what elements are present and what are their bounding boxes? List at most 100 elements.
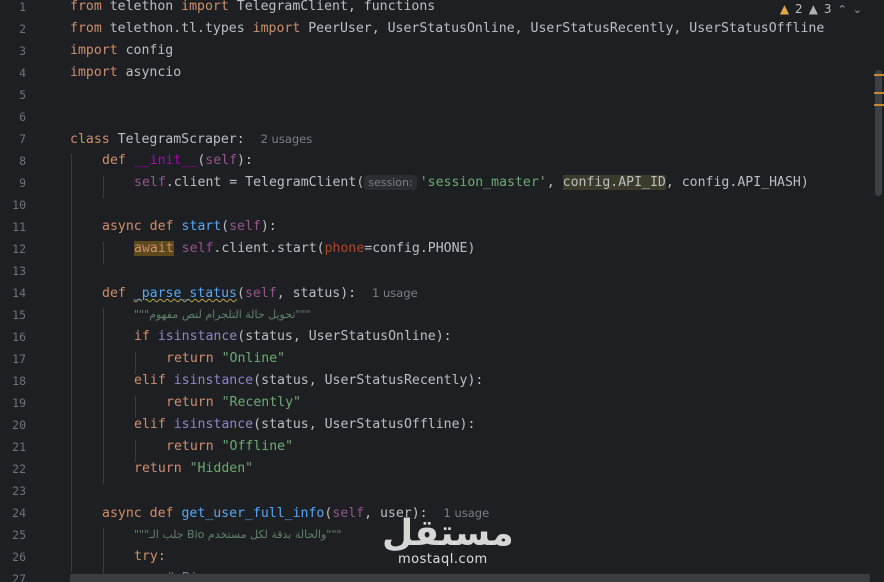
- comma: ,: [546, 175, 563, 190]
- chevron-up-icon[interactable]: ⌃: [838, 3, 847, 16]
- paren: (: [221, 219, 230, 234]
- usages-hint[interactable]: 2 usages: [261, 132, 313, 146]
- self-param: self: [229, 219, 261, 234]
- import-names: PeerUser, UserStatusOnline, UserStatusRe…: [300, 21, 825, 36]
- code-line-9[interactable]: self.client = TelegramClient(session:'se…: [134, 172, 809, 194]
- call-args: (status, UserStatusOffline):: [253, 417, 476, 432]
- call-args: =config.PHONE): [364, 241, 476, 256]
- self-param: self: [205, 153, 238, 168]
- keyword: return: [166, 395, 214, 410]
- assignment: .client = TelegramClient(: [165, 175, 365, 190]
- usages-hint[interactable]: 1 usage: [372, 286, 418, 300]
- line-number[interactable]: 22: [0, 458, 26, 480]
- string-literal: "Recently": [221, 395, 301, 410]
- line-number[interactable]: 10: [0, 194, 26, 216]
- line-number[interactable]: 24: [0, 502, 26, 524]
- code-area[interactable]: from telethon import TelegramClient, fun…: [70, 0, 870, 582]
- keyword: elif: [134, 373, 166, 388]
- string-literal: "Online": [221, 351, 286, 366]
- string-literal: "Hidden": [189, 461, 254, 476]
- keyword: from: [70, 21, 102, 36]
- import-names: TelegramClient, functions: [228, 0, 436, 14]
- builtin-function: isinstance: [157, 329, 238, 344]
- keyword: from: [70, 0, 102, 14]
- keyword: return: [166, 439, 214, 454]
- code-line-1[interactable]: from telethon import TelegramClient, fun…: [70, 0, 435, 18]
- line-number[interactable]: 1: [0, 0, 26, 18]
- keyword: def: [102, 153, 126, 168]
- class-name: TelegramScraper:: [109, 132, 245, 147]
- line-number[interactable]: 11: [0, 216, 26, 238]
- line-number[interactable]: 9: [0, 172, 26, 194]
- code-line-20[interactable]: elif isinstance(status, UserStatusOfflin…: [134, 414, 475, 436]
- line-number[interactable]: 27: [0, 568, 26, 582]
- line-number[interactable]: 18: [0, 370, 26, 392]
- warnings-count: 2: [795, 2, 803, 16]
- weak-warnings-count: 3: [823, 2, 832, 16]
- module-name: telethon: [101, 0, 182, 14]
- function-name: __init__: [133, 153, 198, 168]
- keyword: def: [102, 286, 126, 301]
- line-number[interactable]: 25: [0, 524, 26, 546]
- code-line-14[interactable]: def _parse_status(self, status): 1 usage: [102, 282, 418, 304]
- warning-marker[interactable]: [874, 104, 884, 106]
- paren: ):: [237, 153, 253, 168]
- line-number[interactable]: 19: [0, 392, 26, 414]
- code-line-21[interactable]: return "Offline": [166, 436, 293, 458]
- line-number[interactable]: 17: [0, 348, 26, 370]
- line-number[interactable]: 2: [0, 18, 26, 40]
- line-number[interactable]: 4: [0, 62, 26, 84]
- code-line-26[interactable]: try:: [134, 546, 166, 568]
- line-number[interactable]: 5: [0, 84, 26, 106]
- line-number[interactable]: 13: [0, 260, 26, 282]
- code-line-3[interactable]: import config: [70, 40, 173, 62]
- line-number-gutter[interactable]: 1 2 3 4 5 6 7 8 9 10 11 12 13 14 15 16 17 18 19 20 21 22 23 24 2…: [0, 0, 62, 582]
- code-editor[interactable]: 1 2 3 4 5 6 7 8 9 10 11 12 13 14 15 16 17 18 19 20 21 22 23 24 2…: [0, 0, 884, 582]
- keyword-warning[interactable]: await: [134, 241, 174, 256]
- code-line-11[interactable]: async def start(self):: [102, 216, 277, 238]
- line-number[interactable]: 12: [0, 238, 26, 260]
- string-literal: "Offline": [221, 439, 294, 454]
- code-line-18[interactable]: elif isinstance(status, UserStatusRecent…: [134, 370, 483, 392]
- keyword: def: [149, 506, 174, 521]
- line-number[interactable]: 23: [0, 480, 26, 502]
- code-line-17[interactable]: return "Online": [166, 348, 285, 370]
- line-number[interactable]: 7: [0, 128, 26, 150]
- code-line-12[interactable]: await self.client.start(phone=config.PHO…: [134, 238, 475, 260]
- line-number[interactable]: 20: [0, 414, 26, 436]
- code-line-16[interactable]: if isinstance(status, UserStatusOnline):: [134, 326, 452, 348]
- line-number[interactable]: 16: [0, 326, 26, 348]
- code-line-8[interactable]: def __init__(self):: [102, 150, 253, 172]
- line-number[interactable]: 8: [0, 150, 26, 172]
- warning-marker[interactable]: [874, 74, 884, 76]
- code-line-15[interactable]: """تحويل حالة التلجرام لنص مفهوم""": [134, 304, 311, 326]
- indent-guide: [103, 528, 104, 578]
- code-line-4[interactable]: import asyncio: [70, 62, 181, 84]
- keyword: def: [149, 219, 174, 234]
- line-number[interactable]: 15: [0, 304, 26, 326]
- paren: ):: [260, 219, 277, 234]
- chevron-down-icon[interactable]: ⌄: [853, 3, 862, 16]
- warning-marker[interactable]: [874, 92, 884, 94]
- keyword: elif: [134, 417, 166, 432]
- line-number[interactable]: 3: [0, 40, 26, 62]
- line-number[interactable]: 26: [0, 546, 26, 568]
- keyword: import: [181, 0, 229, 14]
- line-number[interactable]: 6: [0, 106, 26, 128]
- code-line-25[interactable]: """جلب الـ Bio والحالة بدقة لكل مستخدم""…: [134, 524, 341, 546]
- vertical-scrollbar[interactable]: [872, 0, 884, 582]
- module-name: telethon.tl.types: [101, 21, 253, 36]
- self-ref: self: [134, 175, 166, 190]
- inspections-widget[interactable]: ▲ 2 ▲ 3 ⌃ ⌄: [779, 0, 862, 18]
- code-line-19[interactable]: return "Recently": [166, 392, 301, 414]
- scrollbar-thumb[interactable]: [875, 70, 882, 196]
- call-args: (status, UserStatusRecently):: [253, 373, 484, 388]
- line-number[interactable]: 14: [0, 282, 26, 304]
- line-number[interactable]: 21: [0, 436, 26, 458]
- call-args: , config.API_HASH): [665, 175, 809, 190]
- code-line-7[interactable]: class TelegramScraper: 2 usages: [70, 128, 312, 150]
- code-line-2[interactable]: from telethon.tl.types import PeerUser, …: [70, 18, 824, 40]
- code-line-22[interactable]: return "Hidden": [134, 458, 253, 480]
- indent-guide: [103, 242, 104, 264]
- keyword: return: [134, 461, 182, 476]
